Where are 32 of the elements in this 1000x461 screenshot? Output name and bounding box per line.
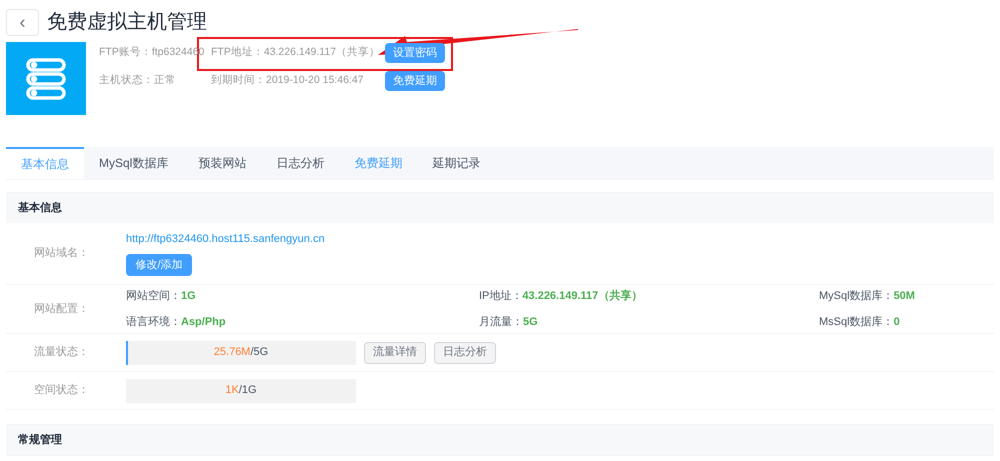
config-item: 语言环境：Asp/Php <box>126 314 227 330</box>
config-item: MsSql数据库：0 <box>819 314 901 330</box>
field-label: 网站配置： <box>33 302 90 317</box>
secondary-button[interactable]: 日志分析 <box>434 342 496 364</box>
config-item: MySql数据库：50M <box>819 288 916 304</box>
tab[interactable]: 延期记录 <box>417 147 496 179</box>
field-label: 空间状态： <box>33 382 90 398</box>
secondary-button[interactable]: 流量详情 <box>364 342 426 364</box>
tab[interactable]: 基本信息 <box>6 147 84 179</box>
back-button[interactable]: ‹ <box>6 8 39 36</box>
domain-link[interactable]: http://ftp6324460.host115.sanfengyun.cn <box>126 231 325 248</box>
tab[interactable]: 预装网站 <box>183 147 262 179</box>
info-text: 到期时间：2019-10-20 15:46:47 <box>210 73 364 88</box>
field-label: 网站域名： <box>33 246 90 262</box>
page-title: 免费虚拟主机管理 <box>47 10 207 35</box>
info-text: FTP地址：43.226.149.117（共享） <box>210 45 379 60</box>
action-button[interactable]: 设置密码 <box>385 43 445 63</box>
tab[interactable]: 免费延期 <box>339 147 418 179</box>
section-header: 常规管理 <box>6 424 994 456</box>
field-label: 流量状态： <box>33 344 90 360</box>
edit-add-button[interactable]: 修改/添加 <box>126 254 192 276</box>
config-item: IP地址：43.226.149.117（共享） <box>479 288 644 304</box>
section-header: 基本信息 <box>6 192 994 223</box>
usage-text: 1K/1G <box>225 383 257 398</box>
tab[interactable]: 日志分析 <box>261 147 340 179</box>
config-item: 月流量：5G <box>479 314 539 330</box>
action-button[interactable]: 免费延期 <box>385 71 445 91</box>
info-text: 主机状态：正常 <box>98 73 177 88</box>
tab[interactable]: MySql数据库 <box>84 147 184 179</box>
usage-text: 25.76M/5G <box>214 345 268 360</box>
server-icon <box>6 42 86 115</box>
config-item: 网站空间：1G <box>126 288 197 304</box>
